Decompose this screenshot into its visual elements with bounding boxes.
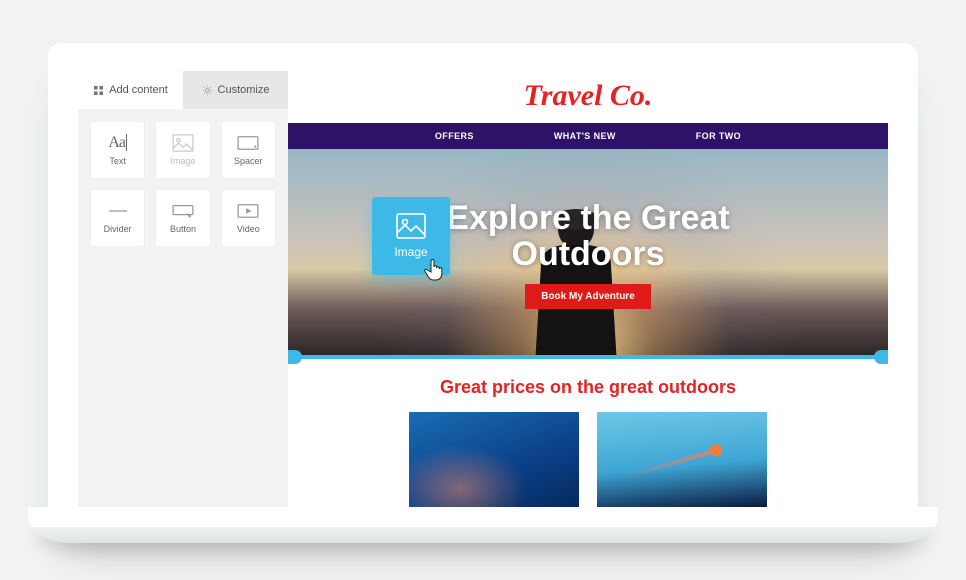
hero-cta-button[interactable]: Book My Adventure <box>525 284 651 309</box>
block-label: Spacer <box>234 156 263 166</box>
block-label: Video <box>237 224 260 234</box>
image-icon <box>396 213 426 239</box>
site-brand: Travel Co. <box>288 71 888 123</box>
button-icon <box>172 202 194 220</box>
block-label: Image <box>170 156 195 166</box>
block-button[interactable]: Button <box>155 189 210 247</box>
block-divider[interactable]: Divider <box>90 189 145 247</box>
selection-handle-bar[interactable] <box>288 355 888 359</box>
block-text[interactable]: Aa Text <box>90 121 145 179</box>
section-title: Great prices on the great outdoors <box>288 359 888 412</box>
editor-panel: Add content Customize Aa Text Image <box>78 71 288 507</box>
laptop-base <box>28 507 938 543</box>
hero-title: Explore the Great Outdoors <box>446 201 729 272</box>
image-icon <box>172 134 194 152</box>
hero-text: Explore the Great Outdoors Book My Adven… <box>446 195 729 309</box>
divider-icon <box>107 202 129 220</box>
block-label: Button <box>170 224 196 234</box>
thumbnail-image[interactable] <box>597 412 767 507</box>
thumbnail-image[interactable] <box>409 412 579 507</box>
grid-icon <box>93 85 104 96</box>
canvas[interactable]: Travel Co. OFFERS WHAT'S NEW FOR TWO Exp… <box>288 71 888 507</box>
site-nav: OFFERS WHAT'S NEW FOR TWO <box>288 123 888 149</box>
block-label: Divider <box>104 224 132 234</box>
gear-icon <box>202 85 213 96</box>
cursor-hand-icon <box>424 259 444 286</box>
tab-label: Customize <box>218 84 270 96</box>
nav-item-whatsnew[interactable]: WHAT'S NEW <box>554 131 616 141</box>
block-video[interactable]: Video <box>221 189 276 247</box>
nav-item-fortwo[interactable]: FOR TWO <box>696 131 741 141</box>
tab-customize[interactable]: Customize <box>183 71 288 109</box>
nav-item-offers[interactable]: OFFERS <box>435 131 474 141</box>
block-spacer[interactable]: Spacer <box>221 121 276 179</box>
text-icon: Aa <box>107 134 129 152</box>
tab-add-content[interactable]: Add content <box>78 71 183 109</box>
block-image[interactable]: Image <box>155 121 210 179</box>
laptop-frame: Add content Customize Aa Text Image <box>48 43 918 537</box>
panel-tabs: Add content Customize <box>78 71 288 109</box>
tab-label: Add content <box>109 84 168 96</box>
screen: Add content Customize Aa Text Image <box>78 71 888 507</box>
dragging-block-label: Image <box>394 245 427 259</box>
block-grid: Aa Text Image Spacer <box>78 109 288 259</box>
spacer-icon <box>237 134 259 152</box>
video-icon <box>237 202 259 220</box>
block-label: Text <box>109 156 126 166</box>
thumbnail-row <box>288 412 888 507</box>
